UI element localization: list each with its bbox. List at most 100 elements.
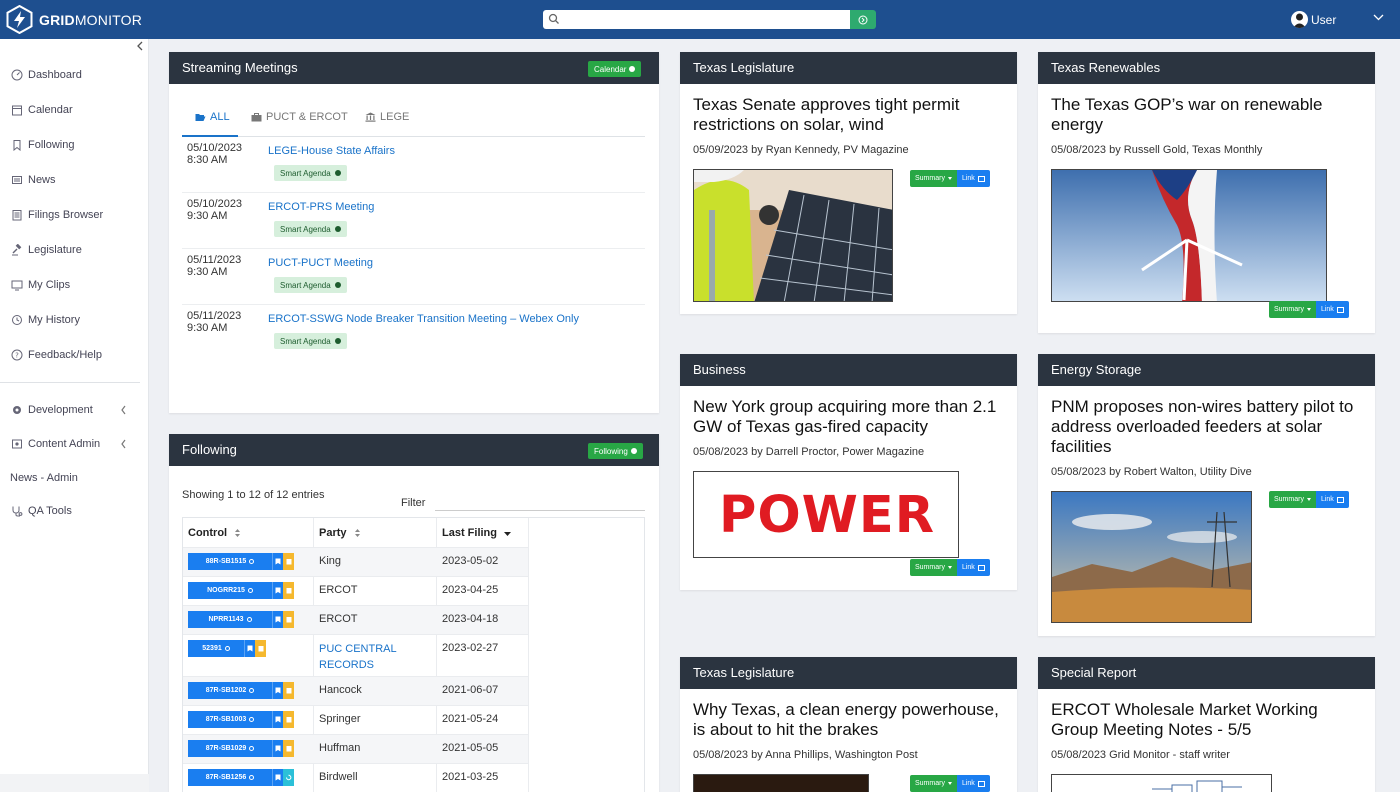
bookmark-icon[interactable] (244, 640, 255, 657)
tab-lege[interactable]: LEGE (365, 111, 409, 123)
sidebar-item-development[interactable]: Development (11, 404, 93, 416)
control-code-button[interactable]: 87R-SB1202 (188, 682, 272, 699)
clipboard-icon[interactable] (283, 740, 294, 757)
sidebar-item-calendar[interactable]: Calendar (11, 104, 73, 116)
clipboard-icon[interactable] (255, 640, 266, 657)
column-header-party[interactable]: Party (319, 527, 362, 539)
chevron-down-icon[interactable] (1373, 14, 1384, 21)
control-code-button[interactable]: 88R-SB1515 (188, 553, 272, 570)
meeting-link[interactable]: ERCOT-SSWG Node Breaker Transition Meeti… (268, 313, 579, 325)
control-chip[interactable]: 87R-SB1202 (188, 682, 294, 699)
solar-panel-photo[interactable] (693, 169, 893, 302)
sidebar-item-qa-tools[interactable]: QA Tools (11, 505, 72, 517)
control-code-button[interactable]: NPRR1143 (188, 611, 272, 628)
summary-button[interactable]: Summary (1269, 491, 1316, 508)
dark-photo[interactable] (693, 774, 869, 792)
summary-button[interactable]: Summary (910, 170, 957, 187)
link-button[interactable]: Link (956, 559, 990, 576)
table-row[interactable]: 87R-SB1003 Springer 2021-05-24 (183, 705, 528, 734)
sidebar-item-news-admin[interactable]: News - Admin (10, 472, 78, 484)
bookmark-icon[interactable] (272, 682, 283, 699)
sidebar-item-dashboard[interactable]: Dashboard (11, 69, 82, 81)
column-header-control[interactable]: Control (188, 527, 242, 539)
desert-powerline-photo[interactable] (1051, 491, 1252, 623)
sidebar-item-legislature[interactable]: Legislature (11, 244, 82, 256)
meeting-link[interactable]: ERCOT-PRS Meeting (268, 201, 374, 213)
smart-agenda-button[interactable]: Smart Agenda (274, 277, 347, 293)
sidebar-item-content-admin[interactable]: Content Admin (11, 438, 100, 450)
clipboard-icon[interactable] (283, 582, 294, 599)
table-row[interactable]: 87R-SB1029 Huffman 2021-05-05 (183, 734, 528, 763)
control-chip[interactable]: 52391 (188, 640, 266, 657)
control-code-button[interactable]: 87R-SB1029 (188, 740, 272, 757)
table-row[interactable]: 87R-SB1256 Birdwell 2021-03-25 (183, 763, 528, 792)
control-chip[interactable]: 87R-SB1256 (188, 769, 294, 786)
diagram-image[interactable] (1051, 774, 1272, 792)
control-code-button[interactable]: NOGRR215 (188, 582, 272, 599)
clipboard-icon[interactable] (283, 553, 294, 570)
wind-turbine-flag-photo[interactable] (1051, 169, 1327, 302)
sidebar-item-following[interactable]: Following (11, 139, 74, 151)
sidebar-item-feedback-help[interactable]: ? Feedback/Help (11, 349, 102, 361)
smart-agenda-button[interactable]: Smart Agenda (274, 221, 347, 237)
bookmark-icon[interactable] (272, 711, 283, 728)
search-button[interactable] (850, 10, 876, 29)
bookmark-icon[interactable] (272, 553, 283, 570)
chevron-left-icon[interactable] (120, 439, 127, 449)
meeting-link[interactable]: PUCT-PUCT Meeting (268, 257, 373, 269)
smart-agenda-button[interactable]: Smart Agenda (274, 333, 347, 349)
link-button[interactable]: Link (1315, 301, 1349, 318)
card-headline[interactable]: Texas Senate approves tight permit restr… (693, 95, 1013, 135)
sidebar-item-my-clips[interactable]: My Clips (11, 279, 70, 291)
table-row[interactable]: 88R-SB1515 King 2023-05-02 (183, 547, 528, 576)
summary-button[interactable]: Summary (910, 775, 957, 792)
following-button[interactable]: Following (588, 443, 643, 459)
filter-input[interactable] (435, 510, 645, 511)
control-chip[interactable]: NOGRR215 (188, 582, 294, 599)
link-button[interactable]: Link (1315, 491, 1349, 508)
control-chip[interactable]: 87R-SB1029 (188, 740, 294, 757)
column-header-last-filing[interactable]: Last Filing (442, 527, 512, 539)
meeting-link[interactable]: LEGE-House State Affairs (268, 145, 395, 157)
bookmark-icon[interactable] (272, 740, 283, 757)
control-code-button[interactable]: 87R-SB1003 (188, 711, 272, 728)
party-link[interactable]: PUC CENTRAL RECORDS (319, 641, 409, 673)
control-code-button[interactable]: 87R-SB1256 (188, 769, 272, 786)
table-row[interactable]: NPRR1143 ERCOT 2023-04-18 (183, 605, 528, 634)
chevron-left-icon[interactable] (120, 405, 127, 415)
control-chip[interactable]: NPRR1143 (188, 611, 294, 628)
summary-button[interactable]: Summary (1269, 301, 1316, 318)
clipboard-icon[interactable] (283, 682, 294, 699)
power-logo[interactable]: POWER (693, 471, 959, 558)
table-row[interactable]: 87R-SB1202 Hancock 2021-06-07 (183, 676, 528, 705)
tab-all[interactable]: ALL (195, 111, 230, 123)
chevron-left-icon[interactable] (136, 41, 144, 51)
card-headline[interactable]: PNM proposes non-wires battery pilot to … (1051, 397, 1366, 457)
undo-icon[interactable] (283, 769, 294, 786)
link-button[interactable]: Link (956, 775, 990, 792)
card-headline[interactable]: Why Texas, a clean energy powerhouse, is… (693, 700, 1008, 740)
user-menu[interactable]: User (1291, 11, 1336, 28)
clipboard-icon[interactable] (283, 611, 294, 628)
smart-agenda-button[interactable]: Smart Agenda (274, 165, 347, 181)
search-input[interactable] (563, 10, 847, 29)
bookmark-icon[interactable] (272, 611, 283, 628)
table-row[interactable]: NOGRR215 ERCOT 2023-04-25 (183, 576, 528, 605)
sidebar-item-filings-browser[interactable]: Filings Browser (11, 209, 103, 221)
table-row[interactable]: 52391 PUC CENTRAL RECORDS 2023-02-27 (183, 634, 528, 676)
control-chip[interactable]: 87R-SB1003 (188, 711, 294, 728)
sidebar-item-news[interactable]: News (11, 174, 56, 186)
logo[interactable]: GRIDMONITOR (6, 5, 142, 34)
control-chip[interactable]: 88R-SB1515 (188, 553, 294, 570)
card-headline[interactable]: ERCOT Wholesale Market Working Group Mee… (1051, 700, 1366, 740)
tab-puct-ercot[interactable]: PUCT & ERCOT (251, 111, 348, 123)
calendar-button[interactable]: Calendar (588, 61, 642, 77)
link-button[interactable]: Link (956, 170, 990, 187)
control-code-button[interactable]: 52391 (188, 640, 244, 657)
summary-button[interactable]: Summary (910, 559, 957, 576)
card-headline[interactable]: New York group acquiring more than 2.1 G… (693, 397, 998, 437)
bookmark-icon[interactable] (272, 582, 283, 599)
clipboard-icon[interactable] (283, 711, 294, 728)
card-headline[interactable]: The Texas GOP’s war on renewable energy (1051, 95, 1371, 135)
sidebar-item-my-history[interactable]: My History (11, 314, 80, 326)
